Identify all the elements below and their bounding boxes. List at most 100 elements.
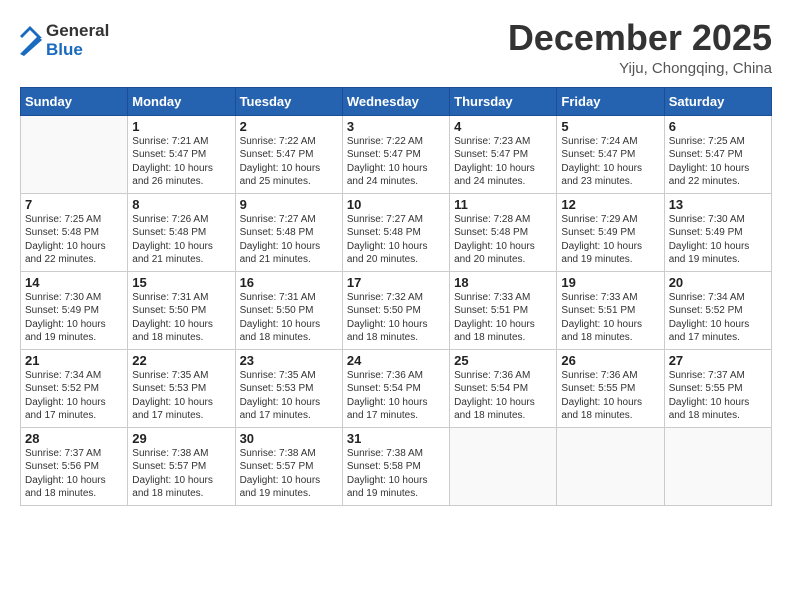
- day-info: Sunrise: 7:22 AMSunset: 5:47 PMDaylight:…: [240, 135, 338, 189]
- day-info: Sunrise: 7:33 AMSunset: 5:51 PMDaylight:…: [561, 291, 659, 345]
- day-info: Sunrise: 7:29 AMSunset: 5:49 PMDaylight:…: [561, 213, 659, 267]
- location-subtitle: Yiju, Chongqing, China: [508, 60, 772, 77]
- calendar-cell: [450, 427, 557, 505]
- day-number: 25: [454, 353, 552, 368]
- day-number: 23: [240, 353, 338, 368]
- day-number: 2: [240, 119, 338, 134]
- day-number: 8: [132, 197, 230, 212]
- calendar-week-row: 7Sunrise: 7:25 AMSunset: 5:48 PMDaylight…: [21, 193, 772, 271]
- day-info: Sunrise: 7:27 AMSunset: 5:48 PMDaylight:…: [240, 213, 338, 267]
- calendar-cell: 7Sunrise: 7:25 AMSunset: 5:48 PMDaylight…: [21, 193, 128, 271]
- day-info: Sunrise: 7:38 AMSunset: 5:57 PMDaylight:…: [132, 447, 230, 501]
- weekday-header-saturday: Saturday: [664, 87, 771, 115]
- day-number: 27: [669, 353, 767, 368]
- calendar-cell: 9Sunrise: 7:27 AMSunset: 5:48 PMDaylight…: [235, 193, 342, 271]
- day-number: 19: [561, 275, 659, 290]
- day-number: 26: [561, 353, 659, 368]
- logo-text: General Blue: [46, 22, 109, 59]
- calendar-cell: 3Sunrise: 7:22 AMSunset: 5:47 PMDaylight…: [342, 115, 449, 193]
- title-block: December 2025 Yiju, Chongqing, China: [508, 18, 772, 77]
- calendar-cell: 20Sunrise: 7:34 AMSunset: 5:52 PMDayligh…: [664, 271, 771, 349]
- calendar-body: 1Sunrise: 7:21 AMSunset: 5:47 PMDaylight…: [21, 115, 772, 505]
- calendar-week-row: 21Sunrise: 7:34 AMSunset: 5:52 PMDayligh…: [21, 349, 772, 427]
- calendar-table: SundayMondayTuesdayWednesdayThursdayFrid…: [20, 87, 772, 506]
- weekday-row: SundayMondayTuesdayWednesdayThursdayFrid…: [21, 87, 772, 115]
- calendar-week-row: 1Sunrise: 7:21 AMSunset: 5:47 PMDaylight…: [21, 115, 772, 193]
- day-info: Sunrise: 7:34 AMSunset: 5:52 PMDaylight:…: [25, 369, 123, 423]
- day-number: 21: [25, 353, 123, 368]
- day-number: 18: [454, 275, 552, 290]
- day-number: 9: [240, 197, 338, 212]
- weekday-header-sunday: Sunday: [21, 87, 128, 115]
- day-info: Sunrise: 7:36 AMSunset: 5:54 PMDaylight:…: [347, 369, 445, 423]
- calendar-cell: 4Sunrise: 7:23 AMSunset: 5:47 PMDaylight…: [450, 115, 557, 193]
- day-info: Sunrise: 7:31 AMSunset: 5:50 PMDaylight:…: [132, 291, 230, 345]
- day-info: Sunrise: 7:38 AMSunset: 5:57 PMDaylight:…: [240, 447, 338, 501]
- calendar-cell: 26Sunrise: 7:36 AMSunset: 5:55 PMDayligh…: [557, 349, 664, 427]
- logo-general-text: General: [46, 22, 109, 41]
- day-number: 12: [561, 197, 659, 212]
- day-number: 20: [669, 275, 767, 290]
- calendar-cell: 23Sunrise: 7:35 AMSunset: 5:53 PMDayligh…: [235, 349, 342, 427]
- day-info: Sunrise: 7:37 AMSunset: 5:55 PMDaylight:…: [669, 369, 767, 423]
- calendar-cell: 30Sunrise: 7:38 AMSunset: 5:57 PMDayligh…: [235, 427, 342, 505]
- day-number: 7: [25, 197, 123, 212]
- day-info: Sunrise: 7:25 AMSunset: 5:47 PMDaylight:…: [669, 135, 767, 189]
- day-number: 15: [132, 275, 230, 290]
- calendar-cell: 31Sunrise: 7:38 AMSunset: 5:58 PMDayligh…: [342, 427, 449, 505]
- day-info: Sunrise: 7:21 AMSunset: 5:47 PMDaylight:…: [132, 135, 230, 189]
- day-info: Sunrise: 7:30 AMSunset: 5:49 PMDaylight:…: [669, 213, 767, 267]
- day-number: 30: [240, 431, 338, 446]
- day-info: Sunrise: 7:38 AMSunset: 5:58 PMDaylight:…: [347, 447, 445, 501]
- day-info: Sunrise: 7:32 AMSunset: 5:50 PMDaylight:…: [347, 291, 445, 345]
- calendar-cell: 24Sunrise: 7:36 AMSunset: 5:54 PMDayligh…: [342, 349, 449, 427]
- day-number: 5: [561, 119, 659, 134]
- day-number: 14: [25, 275, 123, 290]
- weekday-header-tuesday: Tuesday: [235, 87, 342, 115]
- logo-icon: [20, 26, 42, 56]
- calendar-cell: [557, 427, 664, 505]
- calendar-cell: 15Sunrise: 7:31 AMSunset: 5:50 PMDayligh…: [128, 271, 235, 349]
- weekday-header-wednesday: Wednesday: [342, 87, 449, 115]
- day-number: 10: [347, 197, 445, 212]
- day-info: Sunrise: 7:33 AMSunset: 5:51 PMDaylight:…: [454, 291, 552, 345]
- logo: General Blue: [20, 22, 109, 59]
- calendar-cell: 11Sunrise: 7:28 AMSunset: 5:48 PMDayligh…: [450, 193, 557, 271]
- calendar-cell: 12Sunrise: 7:29 AMSunset: 5:49 PMDayligh…: [557, 193, 664, 271]
- calendar-week-row: 28Sunrise: 7:37 AMSunset: 5:56 PMDayligh…: [21, 427, 772, 505]
- day-info: Sunrise: 7:34 AMSunset: 5:52 PMDaylight:…: [669, 291, 767, 345]
- calendar-cell: 18Sunrise: 7:33 AMSunset: 5:51 PMDayligh…: [450, 271, 557, 349]
- logo-blue-text: Blue: [46, 41, 109, 60]
- day-info: Sunrise: 7:35 AMSunset: 5:53 PMDaylight:…: [132, 369, 230, 423]
- calendar-cell: 27Sunrise: 7:37 AMSunset: 5:55 PMDayligh…: [664, 349, 771, 427]
- calendar-cell: [21, 115, 128, 193]
- calendar-cell: 25Sunrise: 7:36 AMSunset: 5:54 PMDayligh…: [450, 349, 557, 427]
- calendar-cell: 1Sunrise: 7:21 AMSunset: 5:47 PMDaylight…: [128, 115, 235, 193]
- day-number: 6: [669, 119, 767, 134]
- day-info: Sunrise: 7:30 AMSunset: 5:49 PMDaylight:…: [25, 291, 123, 345]
- day-number: 1: [132, 119, 230, 134]
- calendar-cell: 8Sunrise: 7:26 AMSunset: 5:48 PMDaylight…: [128, 193, 235, 271]
- day-info: Sunrise: 7:36 AMSunset: 5:54 PMDaylight:…: [454, 369, 552, 423]
- month-title: December 2025: [508, 18, 772, 58]
- day-number: 4: [454, 119, 552, 134]
- calendar-cell: 6Sunrise: 7:25 AMSunset: 5:47 PMDaylight…: [664, 115, 771, 193]
- calendar-week-row: 14Sunrise: 7:30 AMSunset: 5:49 PMDayligh…: [21, 271, 772, 349]
- calendar-cell: 28Sunrise: 7:37 AMSunset: 5:56 PMDayligh…: [21, 427, 128, 505]
- calendar-cell: 21Sunrise: 7:34 AMSunset: 5:52 PMDayligh…: [21, 349, 128, 427]
- calendar-cell: 22Sunrise: 7:35 AMSunset: 5:53 PMDayligh…: [128, 349, 235, 427]
- day-info: Sunrise: 7:22 AMSunset: 5:47 PMDaylight:…: [347, 135, 445, 189]
- day-info: Sunrise: 7:26 AMSunset: 5:48 PMDaylight:…: [132, 213, 230, 267]
- calendar-cell: 13Sunrise: 7:30 AMSunset: 5:49 PMDayligh…: [664, 193, 771, 271]
- day-number: 22: [132, 353, 230, 368]
- weekday-header-friday: Friday: [557, 87, 664, 115]
- calendar-cell: 5Sunrise: 7:24 AMSunset: 5:47 PMDaylight…: [557, 115, 664, 193]
- calendar-cell: 16Sunrise: 7:31 AMSunset: 5:50 PMDayligh…: [235, 271, 342, 349]
- day-number: 31: [347, 431, 445, 446]
- day-number: 3: [347, 119, 445, 134]
- calendar-cell: 19Sunrise: 7:33 AMSunset: 5:51 PMDayligh…: [557, 271, 664, 349]
- calendar-cell: 29Sunrise: 7:38 AMSunset: 5:57 PMDayligh…: [128, 427, 235, 505]
- day-info: Sunrise: 7:28 AMSunset: 5:48 PMDaylight:…: [454, 213, 552, 267]
- day-info: Sunrise: 7:23 AMSunset: 5:47 PMDaylight:…: [454, 135, 552, 189]
- day-number: 11: [454, 197, 552, 212]
